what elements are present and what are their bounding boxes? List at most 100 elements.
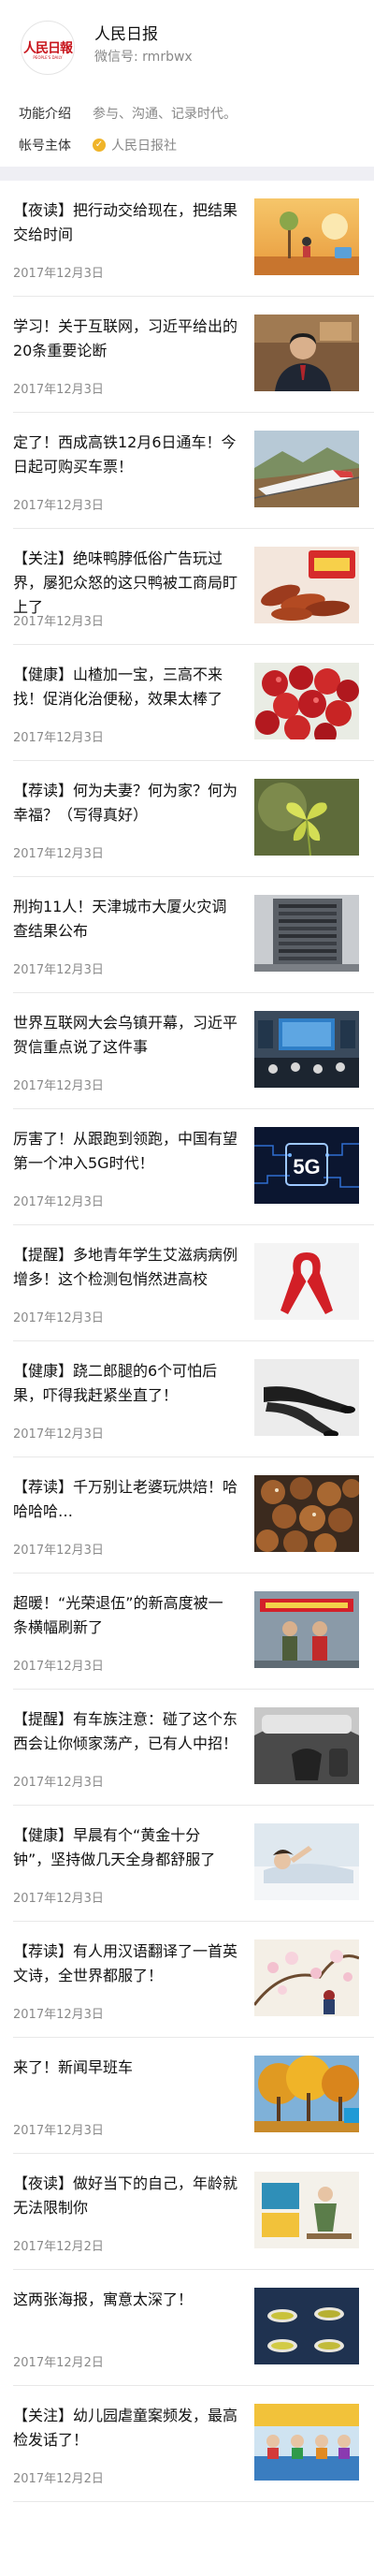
article-title[interactable]: 来了！新闻早班车: [13, 2056, 237, 2080]
blossom-painting-image: [254, 1939, 359, 2016]
article-date: 2017年12月3日: [13, 1311, 104, 1325]
article-thumbnail[interactable]: [254, 1591, 359, 1668]
reading-girl-sunset-image: [254, 198, 359, 275]
kindergarten-classroom-image: [254, 2404, 359, 2481]
article-item[interactable]: 这两张海报，寓意太深了！ 2017年12月2日: [0, 2270, 374, 2386]
article-date: 2017年12月3日: [13, 1892, 104, 1906]
article-item[interactable]: 【荐读】有人用汉语翻译了一首英文诗，全世界都服了！ 2017年12月3日: [0, 1922, 374, 2038]
article-thumbnail[interactable]: [254, 198, 359, 275]
article-title[interactable]: 【荐读】千万别让老婆玩烘焙！哈哈哈哈…: [13, 1475, 237, 1524]
duck-neck-snack-image: [254, 547, 359, 623]
article-title[interactable]: 【夜读】把行动交给现在，把结果交给时间: [13, 198, 237, 247]
article-title[interactable]: 【荐读】有人用汉语翻译了一首英文诗，全世界都服了！: [13, 1939, 237, 1988]
article-thumbnail[interactable]: [254, 1823, 359, 1900]
article-item[interactable]: 刑拘11人！天津城市大厦火灾调查结果公布 2017年12月3日: [0, 877, 374, 993]
owner-value-wrap[interactable]: ✓ 人民日报社: [93, 136, 177, 154]
article-item[interactable]: 【关注】绝味鸭脖低俗广告玩过界，屡犯众怒的这只鸭被工商局盯上了 2017年12月…: [0, 529, 374, 645]
banner-family-photo-image: [254, 1591, 359, 1668]
article-thumbnail[interactable]: [254, 1011, 359, 1088]
avatar-logo-text: 人民日報: [23, 41, 73, 56]
article-thumbnail[interactable]: [254, 2404, 359, 2481]
article-item[interactable]: 【关注】幼儿园虐童案频发，最高检发话了！ 2017年12月2日: [0, 2386, 374, 2502]
article-title[interactable]: 厉害了！从跟跑到领跑，中国有望第一个冲入5G时代！: [13, 1127, 237, 1176]
article-date: 2017年12月3日: [13, 2008, 104, 2022]
article-date: 2017年12月2日: [13, 2356, 104, 2370]
article-title[interactable]: 【夜读】做好当下的自己，年龄就无法限制你: [13, 2172, 237, 2220]
article-item[interactable]: 【荐读】何为夫妻？何为家？何为幸福？（写得真好） 2017年12月3日: [0, 761, 374, 877]
article-title[interactable]: 定了！西成高铁12月6日通车！今日起可购买车票！: [13, 431, 237, 479]
article-thumbnail[interactable]: [254, 1243, 359, 1320]
woman-in-bed-image: [254, 1823, 359, 1900]
article-item[interactable]: 世界互联网大会乌镇开幕，习近平贺信重点说了这件事 2017年12月3日: [0, 993, 374, 1109]
article-title[interactable]: 【关注】幼儿园虐童案频发，最高检发话了！: [13, 2404, 237, 2452]
article-item[interactable]: 超暖！“光荣退伍”的新高度被一条横幅刷新了 2017年12月3日: [0, 1573, 374, 1690]
article-title[interactable]: 【健康】早晨有个“黄金十分钟”，坚持做几天全身都舒服了: [13, 1823, 237, 1872]
article-item[interactable]: 来了！新闻早班车 2017年12月3日: [0, 2038, 374, 2154]
account-header: 人民日報 PEOPLE'S DAILY 人民日报 微信号: rmrbwx: [0, 0, 374, 92]
owner-row[interactable]: 帐号主体 ✓ 人民日报社: [19, 133, 177, 157]
intro-row: 功能介绍 参与、沟通、记录时代。: [19, 101, 237, 125]
red-ribbon-image: [254, 1243, 359, 1320]
article-date: 2017年12月3日: [13, 847, 104, 861]
article-title[interactable]: 学习！关于互联网，习近平给出的20条重要论断: [13, 315, 237, 363]
article-item[interactable]: 厉害了！从跟跑到领跑，中国有望第一个冲入5G时代！ 2017年12月3日 5G: [0, 1109, 374, 1225]
article-title[interactable]: 【提醒】有车族注意：碰了这个东西会让你倾家荡产，已有人中招！: [13, 1707, 237, 1756]
article-title[interactable]: 【健康】山楂加一宝，三高不来找！促消化治便秘，效果太棒了: [13, 663, 237, 711]
autumn-trees-image: [254, 2056, 359, 2132]
article-thumbnail[interactable]: [254, 2172, 359, 2248]
article-thumbnail[interactable]: [254, 1707, 359, 1784]
article-item[interactable]: 【健康】山楂加一宝，三高不来找！促消化治便秘，效果太棒了 2017年12月3日: [0, 645, 374, 761]
article-thumbnail[interactable]: [254, 1359, 359, 1436]
article-date: 2017年12月2日: [13, 2472, 104, 2486]
article-title[interactable]: 【提醒】多地青年学生艾滋病病例增多！这个检测包悄然进高校: [13, 1243, 237, 1292]
article-thumbnail[interactable]: [254, 895, 359, 972]
article-item[interactable]: 【夜读】把行动交给现在，把结果交给时间 2017年12月3日: [0, 181, 374, 297]
article-list: 【夜读】把行动交给现在，把结果交给时间 2017年12月3日 学习！关于互联网，…: [0, 181, 374, 2502]
article-thumbnail[interactable]: [254, 2288, 359, 2364]
article-thumbnail[interactable]: [254, 315, 359, 391]
article-item[interactable]: 【荐读】千万别让老婆玩烘焙！哈哈哈哈… 2017年12月3日: [0, 1457, 374, 1573]
article-item[interactable]: 【健康】早晨有个“黄金十分钟”，坚持做几天全身都舒服了 2017年12月3日: [0, 1806, 374, 1922]
verified-check-icon: ✓: [93, 139, 106, 152]
article-date: 2017年12月3日: [13, 1544, 104, 1558]
tea-cups-poster-image: [254, 2288, 359, 2364]
article-title[interactable]: 这两张海报，寓意太深了！: [13, 2288, 237, 2312]
article-thumbnail[interactable]: [254, 1939, 359, 2016]
article-thumbnail[interactable]: [254, 2056, 359, 2132]
intro-value: 参与、沟通、记录时代。: [93, 107, 237, 122]
article-thumbnail[interactable]: [254, 431, 359, 507]
avatar-logo-subtext: PEOPLE'S DAILY: [33, 55, 63, 60]
article-thumbnail[interactable]: 5G: [254, 1127, 359, 1204]
article-date: 2017年12月3日: [13, 963, 104, 977]
intro-label: 功能介绍: [19, 107, 71, 122]
article-thumbnail[interactable]: [254, 1475, 359, 1552]
item-divider: [13, 2501, 374, 2502]
article-item[interactable]: 【健康】跷二郎腿的6个可怕后果，吓得我赶紧坐直了！ 2017年12月3日: [0, 1341, 374, 1457]
article-thumbnail[interactable]: [254, 547, 359, 623]
portrait-photo-image: [254, 315, 359, 391]
article-date: 2017年12月3日: [13, 1660, 104, 1674]
5g-circuit-image: 5G: [254, 1127, 359, 1204]
article-title[interactable]: 世界互联网大会乌镇开幕，习近平贺信重点说了这件事: [13, 1011, 237, 1060]
article-thumbnail[interactable]: [254, 779, 359, 856]
owner-label: 帐号主体: [19, 139, 71, 154]
article-item[interactable]: 【提醒】有车族注意：碰了这个东西会让你倾家荡产，已有人中招！ 2017年12月3…: [0, 1690, 374, 1806]
article-item[interactable]: 定了！西成高铁12月6日通车！今日起可购买车票！ 2017年12月3日: [0, 413, 374, 529]
article-title[interactable]: 【荐读】何为夫妻？何为家？何为幸福？（写得真好）: [13, 779, 237, 827]
article-date: 2017年12月3日: [13, 615, 104, 629]
article-date: 2017年12月3日: [13, 1776, 104, 1790]
article-item[interactable]: 学习！关于互联网，习近平给出的20条重要论断 2017年12月3日: [0, 297, 374, 413]
article-date: 2017年12月3日: [13, 1427, 104, 1442]
account-wechat-id: 微信号: rmrbwx: [94, 50, 193, 65]
illustrated-figure-image: [254, 2172, 359, 2248]
article-thumbnail[interactable]: [254, 663, 359, 739]
article-title[interactable]: 【健康】跷二郎腿的6个可怕后果，吓得我赶紧坐直了！: [13, 1359, 237, 1408]
article-item[interactable]: 【夜读】做好当下的自己，年龄就无法限制你 2017年12月2日: [0, 2154, 374, 2270]
account-avatar[interactable]: 人民日報 PEOPLE'S DAILY: [21, 21, 75, 75]
article-title[interactable]: 【关注】绝味鸭脖低俗广告玩过界，屡犯众怒的这只鸭被工商局盯上了: [13, 547, 237, 620]
article-title[interactable]: 超暖！“光荣退伍”的新高度被一条横幅刷新了: [13, 1591, 237, 1640]
section-gap: [0, 167, 374, 181]
article-item[interactable]: 【提醒】多地青年学生艾滋病病例增多！这个检测包悄然进高校 2017年12月3日: [0, 1225, 374, 1341]
article-date: 2017年12月3日: [13, 499, 104, 513]
article-title[interactable]: 刑拘11人！天津城市大厦火灾调查结果公布: [13, 895, 237, 944]
